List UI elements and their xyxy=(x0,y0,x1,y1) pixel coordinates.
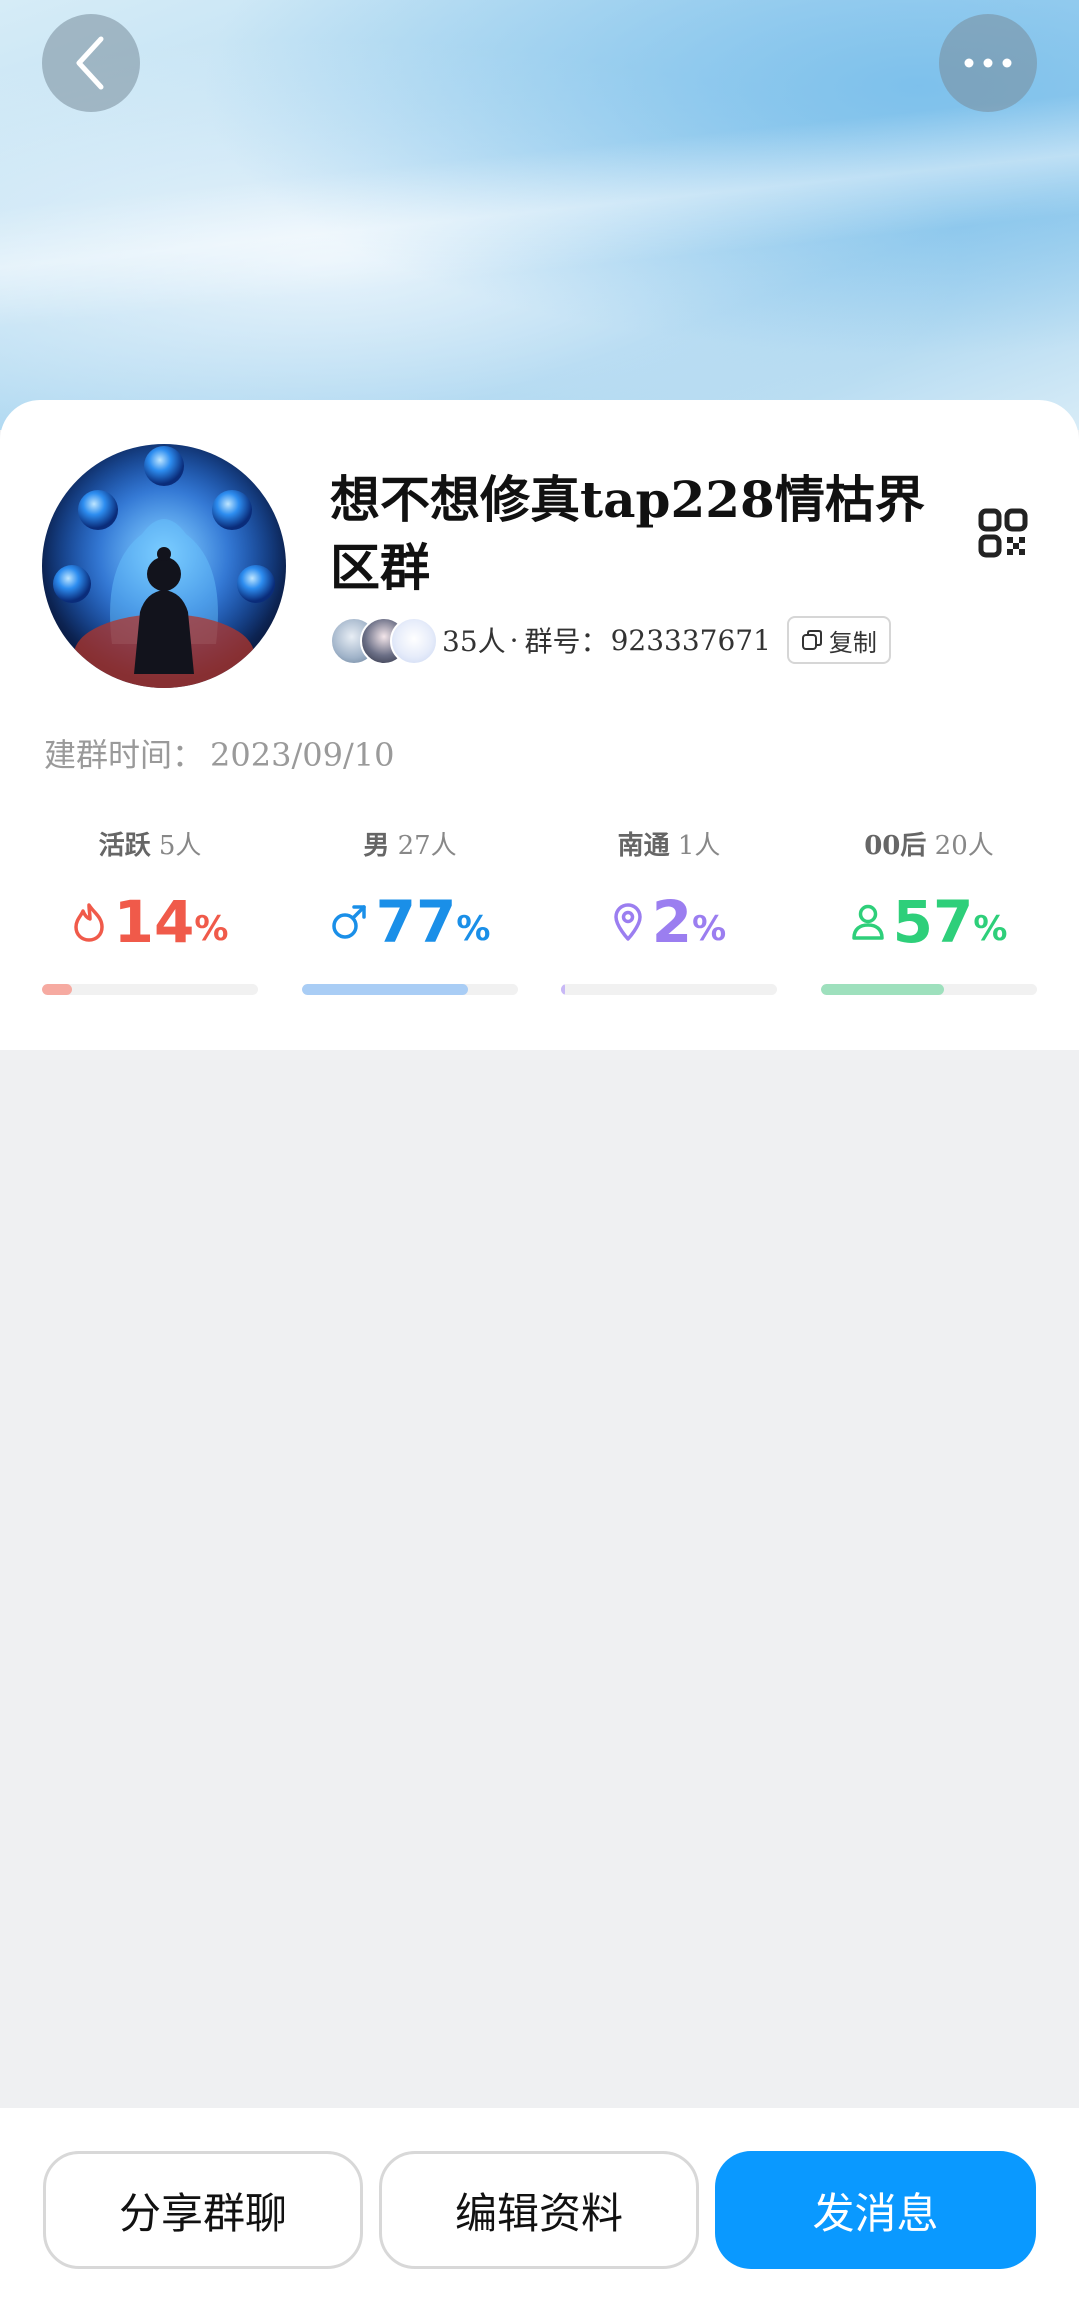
stat-label-count: 1人 xyxy=(677,831,721,861)
group-id-label: 群号： xyxy=(524,625,609,658)
stat-progress-track xyxy=(42,984,258,995)
stat-active[interactable]: 活跃 5人 14 % xyxy=(42,825,258,1025)
male-icon xyxy=(331,905,366,939)
share-group-button[interactable]: 分享群聊 xyxy=(43,2151,363,2269)
group-info-card: 想不想修真tap228情枯界区群 35人 · 群号： 923337671 复制 … xyxy=(0,400,1079,1050)
stat-label-count: 5人 xyxy=(158,831,202,861)
stat-location[interactable]: 南通 1人 2 % xyxy=(561,825,777,1025)
stat-value: 14 % xyxy=(42,887,258,957)
stat-value: 57 % xyxy=(821,887,1037,957)
header-background xyxy=(0,0,1079,430)
stat-number: 57 xyxy=(892,888,974,956)
group-name: 想不想修真tap228情枯界区群 xyxy=(330,470,925,597)
member-stats: 活跃 5人 14 % 男 27人 77 % 南通 1人 2 % 00后 20人 … xyxy=(42,825,1037,1025)
stat-label-count: 27人 xyxy=(397,831,457,861)
background-decoration xyxy=(0,82,1079,338)
stat-progress-fill xyxy=(302,984,469,995)
stat-number: 14 xyxy=(113,888,195,956)
qr-code-icon[interactable] xyxy=(978,508,1028,558)
ellipsis-icon xyxy=(964,58,1012,68)
copy-button[interactable]: 复制 xyxy=(786,616,891,664)
stat-number: 2 xyxy=(651,888,693,956)
member-avatar xyxy=(390,617,438,665)
stat-progress-track xyxy=(821,984,1037,995)
stat-label-count: 20人 xyxy=(934,831,994,861)
stat-label-name: 00后 xyxy=(864,831,927,861)
copy-label: 复制 xyxy=(828,628,877,657)
more-options-button[interactable] xyxy=(939,14,1037,112)
stat-unit: % xyxy=(973,909,1008,949)
stat-label: 00后 20人 xyxy=(821,825,1037,862)
edit-profile-button[interactable]: 编辑资料 xyxy=(379,2151,699,2269)
back-button[interactable] xyxy=(42,14,140,112)
created-date: 2023/09/10 xyxy=(210,736,395,774)
created-time: 建群时间： 2023/09/10 xyxy=(44,730,394,776)
stat-value: 77 % xyxy=(302,887,518,957)
created-label: 建群时间： xyxy=(44,736,205,774)
separator-dot: · xyxy=(509,623,519,657)
group-avatar[interactable] xyxy=(42,444,286,688)
stat-label-name: 男 xyxy=(363,831,390,861)
stat-value: 2 % xyxy=(561,887,777,957)
stat-male[interactable]: 男 27人 77 % xyxy=(302,825,518,1025)
stat-label-name: 南通 xyxy=(617,831,670,861)
stat-progress-track xyxy=(302,984,518,995)
stat-progress-fill xyxy=(561,984,566,995)
member-count: 35人 xyxy=(442,625,506,658)
stat-unit: % xyxy=(456,909,491,949)
stat-label: 活跃 5人 xyxy=(42,825,258,862)
copy-icon xyxy=(801,630,822,650)
bottom-action-bar: 分享群聊 编辑资料 发消息 xyxy=(0,2108,1079,2314)
stat-unit: % xyxy=(692,909,727,949)
stat-age[interactable]: 00后 20人 57 % xyxy=(821,825,1037,1025)
member-avatars[interactable] xyxy=(330,617,440,665)
stat-unit: % xyxy=(194,909,229,949)
location-pin-icon xyxy=(614,903,642,941)
stat-progress-fill xyxy=(42,984,73,995)
stat-label: 男 27人 xyxy=(302,825,518,862)
group-id: 923337671 xyxy=(610,623,771,657)
stat-progress-fill xyxy=(821,984,945,995)
person-icon xyxy=(851,904,884,940)
stat-number: 77 xyxy=(375,888,457,956)
flame-icon xyxy=(73,903,104,942)
stat-progress-track xyxy=(561,984,777,995)
chevron-left-icon xyxy=(76,36,104,90)
stat-label: 南通 1人 xyxy=(561,825,777,862)
send-message-button[interactable]: 发消息 xyxy=(715,2151,1036,2269)
avatar-image xyxy=(42,444,286,688)
group-meta-row: 35人 · 群号： 923337671 复制 xyxy=(330,615,891,665)
stat-label-name: 活跃 xyxy=(98,831,151,861)
